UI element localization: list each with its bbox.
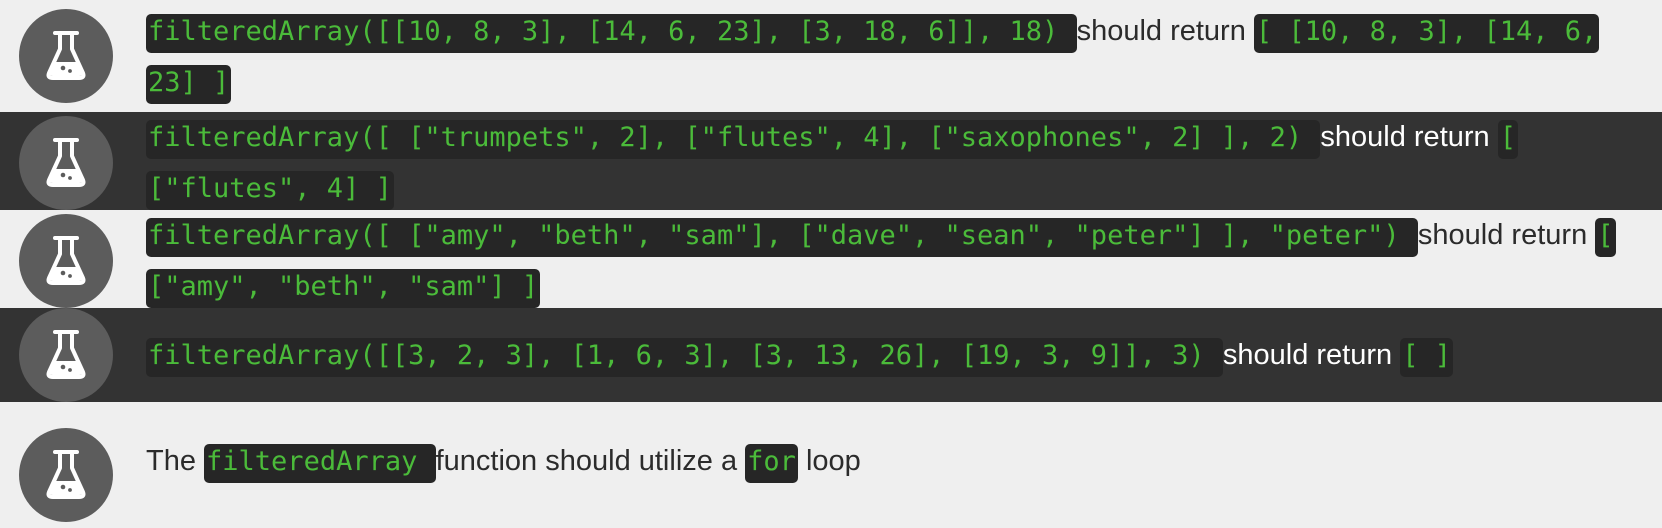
test-item: filteredArray([[3, 2, 3], [1, 6, 3], [3,… [0, 308, 1662, 402]
code-snippet: filteredArray([[10, 8, 3], [14, 6, 23], … [146, 14, 1077, 53]
code-snippet: filteredArray([ ["amy", "beth", "sam"], … [146, 218, 1418, 257]
flask-icon [19, 116, 113, 210]
test-item: filteredArray([[10, 8, 3], [14, 6, 23], … [0, 0, 1662, 112]
test-text: should return [1076, 15, 1254, 47]
code-snippet: [ ] [1400, 338, 1453, 377]
test-list: filteredArray([[10, 8, 3], [14, 6, 23], … [0, 0, 1662, 528]
test-text: should return [1417, 219, 1596, 251]
code-snippet: filteredArray [204, 444, 436, 483]
flask-icon [19, 308, 113, 402]
flask-icon [19, 214, 113, 308]
test-item: filteredArray([ ["trumpets", 2], ["flute… [0, 112, 1662, 210]
test-text: function should utilize a [435, 445, 746, 477]
test-item: filteredArray([ ["amy", "beth", "sam"], … [0, 210, 1662, 308]
test-item: The filteredArray function should utiliz… [0, 402, 1662, 528]
test-text: loop [797, 445, 861, 477]
test-text: should return [1320, 121, 1498, 153]
code-snippet: filteredArray([[3, 2, 3], [1, 6, 3], [3,… [146, 338, 1223, 377]
flask-icon [19, 9, 113, 103]
code-snippet: for [745, 444, 798, 483]
test-text: should return [1222, 339, 1401, 371]
flask-icon [19, 428, 113, 522]
test-text: The [146, 445, 205, 477]
code-snippet: filteredArray([ ["trumpets", 2], ["flute… [146, 120, 1321, 159]
